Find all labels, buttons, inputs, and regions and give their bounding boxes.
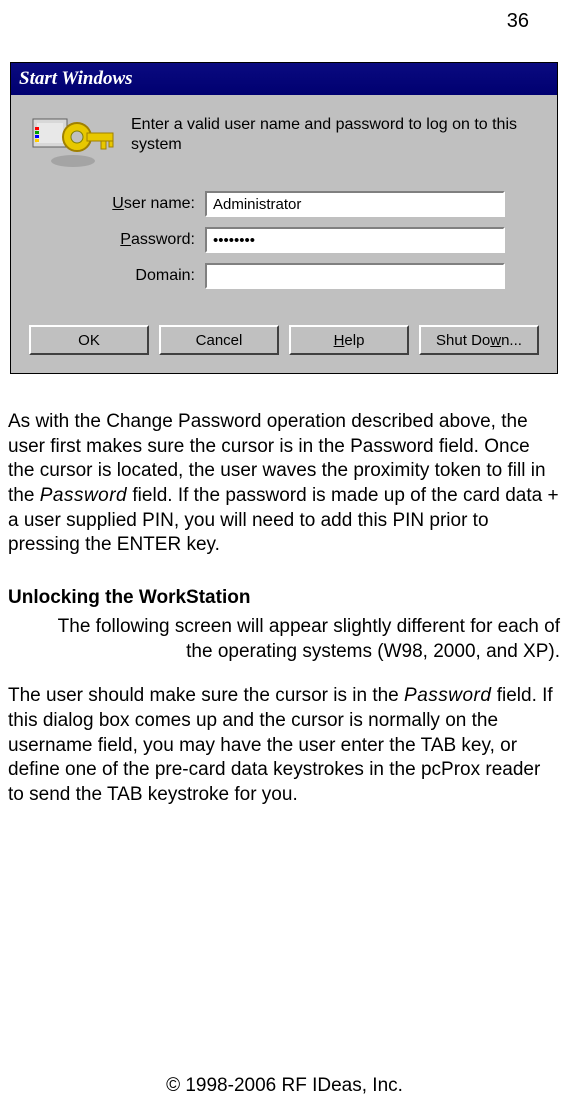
document-body: As with the Change Password operation de… — [8, 410, 560, 808]
domain-input[interactable] — [205, 263, 505, 289]
page-number: 36 — [507, 10, 529, 33]
section-heading: Unlocking the WorkStation — [8, 586, 560, 611]
ok-button[interactable]: OK — [29, 325, 149, 355]
paragraph-3: The user should make sure the cursor is … — [8, 684, 560, 807]
paragraph-2: The following screen will appear slightl… — [8, 615, 560, 664]
domain-row: Domain: — [95, 263, 543, 289]
username-input[interactable] — [205, 191, 505, 217]
help-button[interactable]: Help — [289, 325, 409, 355]
dialog-button-row: OK Cancel Help Shut Down... — [25, 325, 543, 355]
login-dialog: Start Windows Enter a — [10, 62, 558, 374]
username-row: User name: — [95, 191, 543, 217]
password-row: Password: — [95, 227, 543, 253]
dialog-instruction-text: Enter a valid user name and password to … — [131, 113, 543, 155]
key-lock-icon — [31, 113, 121, 173]
password-label: Password: — [95, 231, 205, 249]
password-input[interactable] — [205, 227, 505, 253]
paragraph-1: As with the Change Password operation de… — [8, 410, 560, 558]
cancel-button[interactable]: Cancel — [159, 325, 279, 355]
copyright-footer: © 1998-2006 RF IDeas, Inc. — [0, 1075, 569, 1097]
domain-label: Domain: — [95, 267, 205, 285]
username-label: User name: — [95, 195, 205, 213]
dialog-body: Enter a valid user name and password to … — [11, 95, 557, 373]
dialog-titlebar: Start Windows — [11, 63, 557, 95]
shutdown-button[interactable]: Shut Down... — [419, 325, 539, 355]
